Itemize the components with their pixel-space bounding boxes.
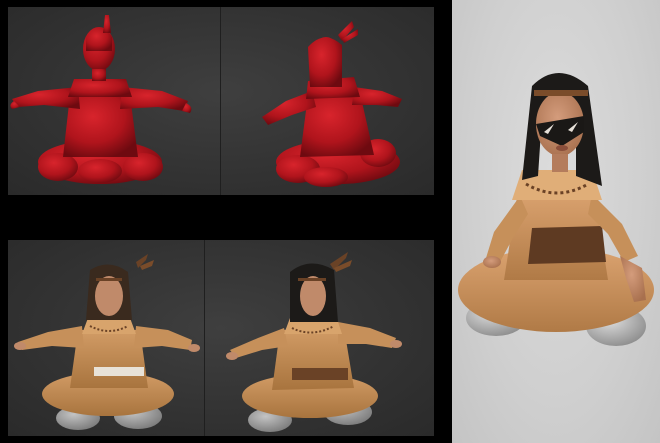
red-sculpt-front [10,15,192,184]
textured-three-quarter-brown-belt [226,252,402,432]
viewport-divider [204,240,205,436]
textured-figures [14,252,402,432]
viewport-divider [220,7,221,195]
final-render-panel [452,0,660,443]
red-sculpt-three-quarter [262,21,402,187]
final-render-figure [458,73,654,346]
belt [528,226,606,264]
sculpt-viewport [8,7,434,195]
sculpt-figures [10,15,402,187]
textured-viewport [8,240,434,436]
textured-front-white-belt [14,254,200,430]
